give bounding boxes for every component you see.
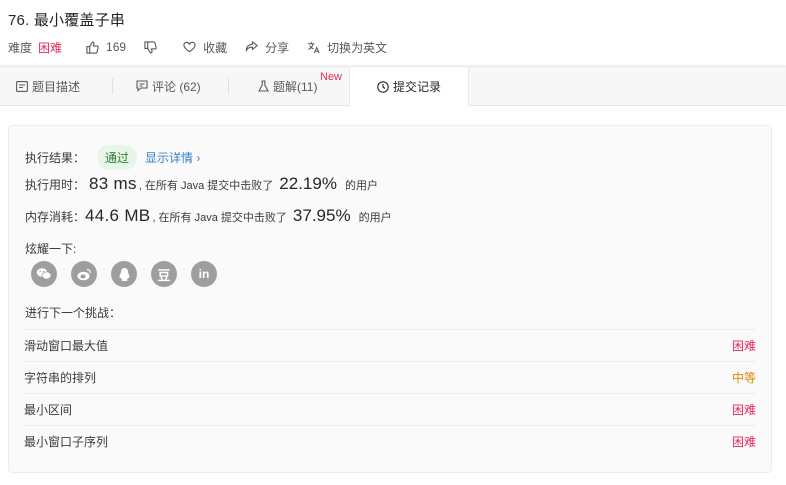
challenge-difficulty: 困难 [731, 403, 756, 417]
show-details-link[interactable]: 显示详情 › [145, 149, 200, 166]
memory-tail: 的用户 [358, 212, 392, 224]
tab-divider [112, 78, 113, 94]
memory-value: 44.6 MB [85, 206, 151, 225]
difficulty-label: 难度 [8, 40, 33, 55]
tab-solutions-label: 题解(11) [273, 79, 318, 94]
new-badge: New [320, 71, 343, 83]
status-badge: 通过 [97, 145, 138, 170]
challenge-name: 滑动窗口最大值 [24, 339, 109, 353]
dislike-button[interactable] [144, 40, 157, 54]
page-title: 76. 最小覆盖子串 [8, 12, 126, 29]
challenge-name: 字符串的排列 [24, 371, 97, 385]
runtime-row: 执行用时： 83 ms , 在所有 Java 提交中击败了 22.19% 的用户 [25, 174, 378, 194]
result-label: 执行结果： [25, 151, 86, 165]
weibo-icon[interactable] [71, 261, 97, 287]
flask-icon [258, 80, 269, 92]
challenge-row[interactable]: 最小区间 困难 [24, 393, 756, 425]
next-challenge-label: 进行下一个挑战： [25, 306, 122, 320]
challenge-row[interactable]: 字符串的排列 中等 [24, 361, 756, 393]
problem-meta: 难度 困难 169 收藏 分享 切换为英文 [8, 38, 405, 56]
description-icon [16, 80, 28, 92]
share-icons: 豆 in [31, 261, 231, 287]
like-count: 169 [106, 40, 127, 54]
tab-bar: 题目描述 评论 (62) 题解(11) New 提交记录 [0, 66, 786, 106]
comment-icon [136, 80, 148, 92]
favorite-label: 收藏 [203, 40, 228, 55]
translate-button[interactable]: 切换为英文 [307, 39, 387, 56]
tab-submissions-label: 提交记录 [392, 80, 441, 94]
clock-icon [377, 80, 389, 93]
memory-percentile: 37.95% [292, 206, 351, 225]
result-row: 执行结果： 通过 显示详情 › [25, 145, 200, 170]
difficulty-value: 困难 [38, 40, 63, 55]
heart-icon [183, 41, 196, 53]
share-label: 分享 [265, 40, 290, 55]
challenge-difficulty: 中等 [731, 371, 756, 385]
runtime-text: , 在所有 Java 提交中击败了 [138, 180, 274, 192]
tab-description[interactable]: 题目描述 [16, 67, 80, 105]
tab-submissions[interactable]: 提交记录 [349, 67, 469, 106]
thumbs-down-icon [144, 40, 157, 54]
memory-text: , 在所有 Java 提交中击败了 [152, 212, 287, 224]
challenge-name: 最小区间 [24, 403, 73, 417]
tab-comments[interactable]: 评论 (62) [136, 67, 201, 105]
challenge-row[interactable]: 最小窗口子序列 困难 [24, 425, 756, 457]
runtime-value: 83 ms [89, 174, 137, 193]
douban-icon[interactable]: 豆 [151, 261, 177, 287]
tab-solutions[interactable]: 题解(11) [258, 67, 317, 105]
translate-label: 切换为英文 [327, 40, 388, 55]
tab-description-label: 题目描述 [32, 79, 81, 94]
wechat-icon[interactable] [31, 261, 57, 287]
challenge-name: 最小窗口子序列 [24, 435, 109, 449]
share-label: 炫耀一下: [25, 242, 77, 256]
thumbs-up-icon [86, 40, 99, 54]
challenge-row[interactable]: 滑动窗口最大值 困难 [24, 329, 756, 361]
tab-divider [228, 78, 229, 94]
tab-comments-label: 评论 (62) [152, 79, 201, 94]
memory-row: 内存消耗： 44.6 MB , 在所有 Java 提交中击败了 37.95% 的… [25, 206, 392, 226]
runtime-label: 执行用时： [25, 178, 86, 192]
linkedin-icon[interactable]: in [191, 261, 217, 287]
qq-icon[interactable] [111, 261, 137, 287]
memory-label: 内存消耗： [25, 210, 86, 224]
runtime-percentile: 22.19% [279, 174, 337, 193]
submission-result-panel: 执行结果： 通过 显示详情 › 执行用时： 83 ms , 在所有 Java 提… [8, 125, 772, 473]
translate-icon [308, 41, 320, 53]
favorite-button[interactable]: 收藏 [183, 39, 227, 56]
challenge-difficulty: 困难 [731, 435, 756, 449]
share-icon [245, 40, 259, 52]
runtime-tail: 的用户 [344, 180, 378, 192]
like-button[interactable]: 169 [86, 40, 126, 54]
share-button[interactable]: 分享 [245, 39, 289, 56]
challenge-difficulty: 困难 [731, 339, 756, 353]
